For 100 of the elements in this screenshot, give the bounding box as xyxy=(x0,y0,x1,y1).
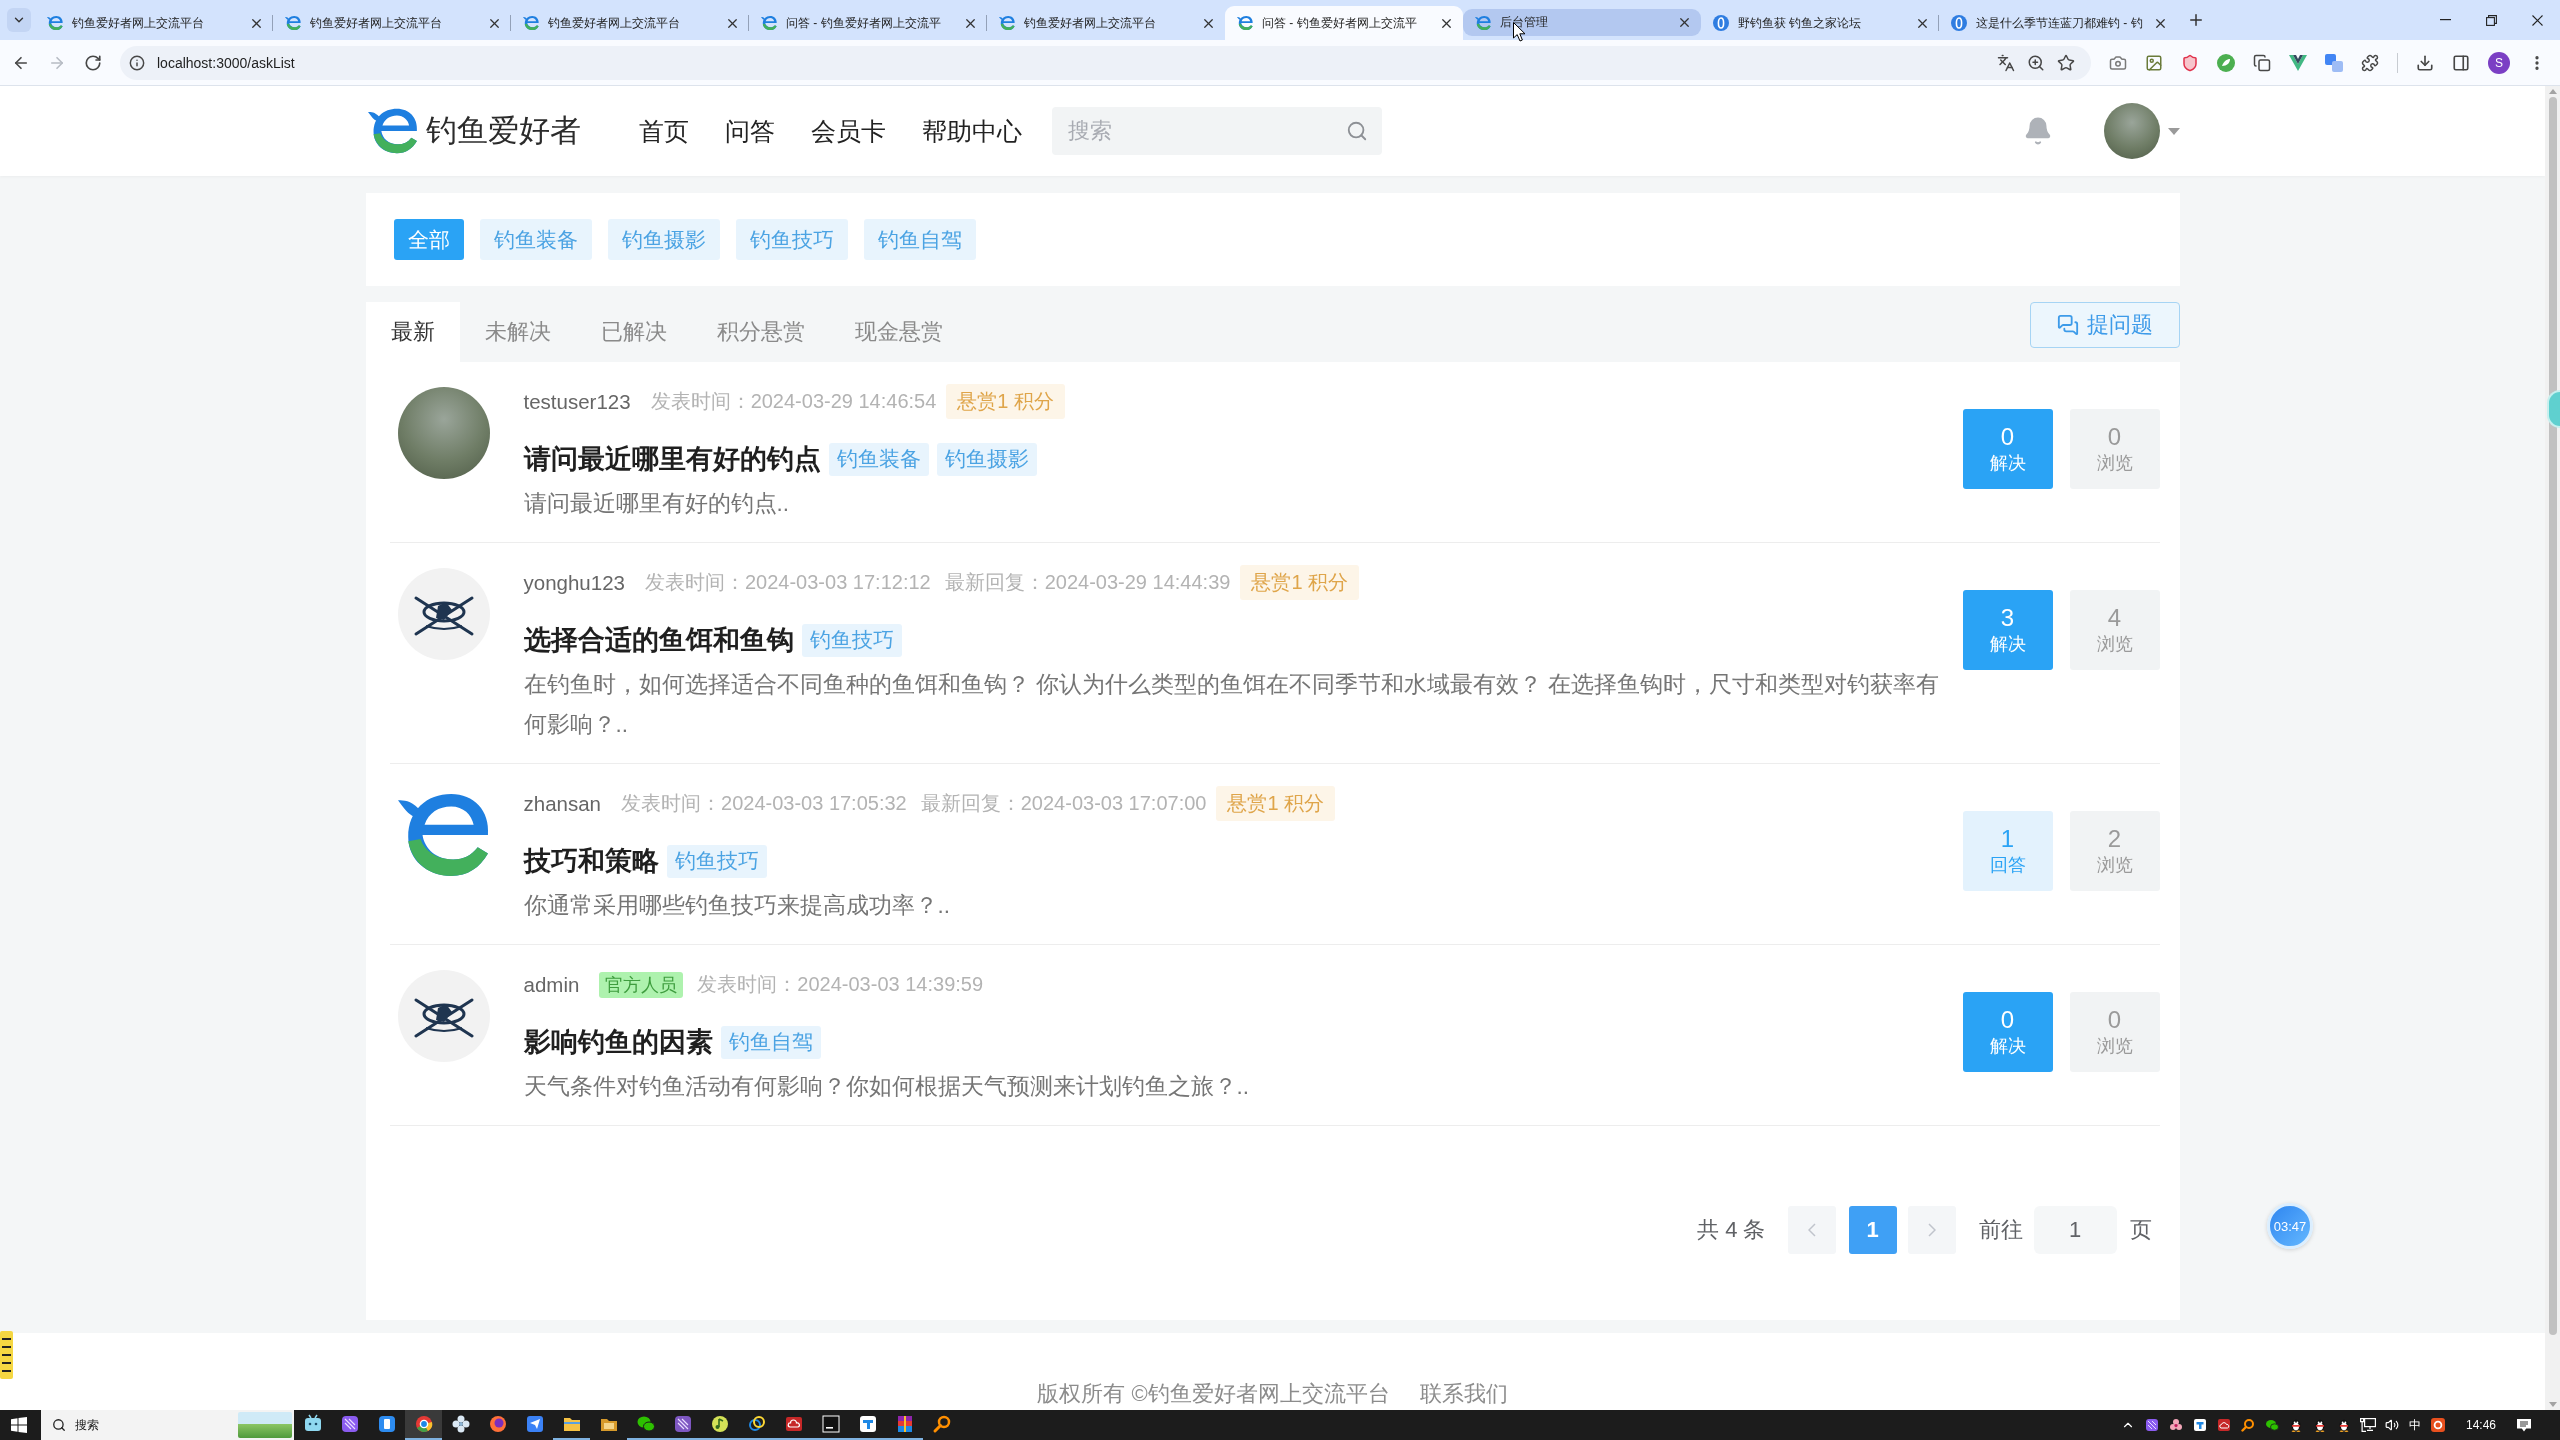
flower-icon[interactable] xyxy=(2168,1418,2183,1432)
browser-tab[interactable]: 钓鱼爱好者网上交流平台 xyxy=(511,6,749,40)
filter-tab[interactable]: 未解决 xyxy=(459,302,576,362)
filter-tab[interactable]: 最新 xyxy=(365,302,460,362)
page-input[interactable]: 1 xyxy=(2033,1206,2117,1254)
swirl-logo-icon xyxy=(999,15,1015,31)
chevron-left-icon xyxy=(1807,1223,1816,1237)
start-menu-icon[interactable] xyxy=(11,1417,27,1433)
restore-icon[interactable] xyxy=(2485,14,2497,26)
puzzle-icon[interactable] xyxy=(2361,53,2379,72)
question-title[interactable]: 影响钓鱼的因素 xyxy=(523,1024,713,1060)
download-icon[interactable] xyxy=(2416,53,2434,72)
side-panel-icon[interactable] xyxy=(2452,53,2470,72)
app-tile-icon[interactable] xyxy=(2144,1418,2159,1432)
app-tile-icon xyxy=(524,1414,545,1434)
reward-badge: 悬赏1 积分 xyxy=(1216,786,1336,821)
question-title[interactable]: 请问最近哪里有好的钓点 xyxy=(523,441,821,477)
chat-icon xyxy=(2056,314,2079,336)
swirl-logo-icon xyxy=(1475,14,1491,31)
reload-icon[interactable] xyxy=(84,53,102,72)
magnifier-icon[interactable] xyxy=(2240,1418,2255,1432)
clock-text[interactable]: 14:46 xyxy=(2465,1418,2496,1432)
volume-icon[interactable] xyxy=(2384,1418,2399,1432)
scrollbar-thumb[interactable] xyxy=(2548,97,2557,1335)
close-icon[interactable] xyxy=(2531,14,2543,26)
chat-bubbles-icon xyxy=(635,1414,656,1434)
caret-icon[interactable] xyxy=(2167,127,2180,135)
image-icon[interactable] xyxy=(2145,53,2163,72)
browser-tab[interactable]: 问答 - 钓鱼爱好者网上交流平 xyxy=(1225,6,1463,40)
question-excerpt: 请问最近哪里有好的钓点.. xyxy=(523,490,790,518)
app-tile-icon xyxy=(820,1414,841,1434)
translate-icon[interactable] xyxy=(1997,53,2015,72)
site-info-icon[interactable] xyxy=(129,54,145,71)
rings-icon xyxy=(746,1414,767,1434)
overlapping-squares-icon[interactable] xyxy=(2325,53,2343,72)
leaf-icon[interactable] xyxy=(2217,53,2235,72)
minimize-icon[interactable] xyxy=(2439,19,2451,21)
camera-icon[interactable] xyxy=(2109,53,2127,72)
timer-badge: 03:47 xyxy=(2267,1203,2313,1249)
cloud-tile-icon[interactable] xyxy=(2216,1418,2231,1432)
app-tile-icon[interactable] xyxy=(2430,1418,2445,1432)
role-badge: 官方人员 xyxy=(599,971,684,998)
input-method-indicator[interactable]: 中 xyxy=(2408,1416,2421,1434)
shield-icon[interactable] xyxy=(2181,53,2199,72)
penguin-icon[interactable] xyxy=(2336,1418,2351,1432)
tab-search-button[interactable] xyxy=(7,8,31,32)
contact-link[interactable]: 联系我们 xyxy=(1419,1381,1508,1410)
username[interactable]: testuser123 xyxy=(523,389,631,414)
search-icon xyxy=(52,1418,66,1432)
browser-tab[interactable]: 钓鱼爱好者网上交流平台 xyxy=(273,6,511,40)
browser-tab[interactable]: 野钓鱼获 钓鱼之家论坛 xyxy=(1701,6,1939,40)
penguin-icon[interactable] xyxy=(2288,1418,2303,1432)
taskbar-app-button[interactable] xyxy=(405,1410,442,1440)
browser-tab[interactable]: 这是什么季节连蓝刀都难钓 - 钓 xyxy=(1939,6,2177,40)
view-stat-tile: 4 浏览 xyxy=(2069,590,2160,670)
network-icon[interactable] xyxy=(2359,1418,2376,1432)
copy-icon[interactable] xyxy=(2253,53,2271,72)
bookmark-star-icon[interactable] xyxy=(2057,53,2075,72)
filter-tab[interactable]: 现金悬赏 xyxy=(829,302,968,362)
browser-tab[interactable]: 钓鱼爱好者网上交流平台 xyxy=(987,6,1225,40)
answer-stat-tile: 1 回答 xyxy=(1962,811,2053,891)
zoom-icon[interactable] xyxy=(2027,53,2045,72)
username[interactable]: yonghu123 xyxy=(523,570,625,595)
tv-icon xyxy=(302,1414,323,1434)
illustration-placeholder xyxy=(238,1412,292,1438)
last-reply-time: 最新回复：2024-03-03 17:07:00 xyxy=(920,791,1207,816)
notification-icon[interactable] xyxy=(2517,1418,2531,1432)
filter-tab[interactable]: 已解决 xyxy=(575,302,692,362)
nav-link[interactable]: 问答 xyxy=(724,114,775,148)
view-stat-tile: 0 浏览 xyxy=(2069,409,2160,489)
nav-link[interactable]: 帮助中心 xyxy=(921,114,1022,148)
v-shape-icon[interactable] xyxy=(2289,54,2307,71)
filter-tab[interactable]: 积分悬赏 xyxy=(691,302,830,362)
question-title[interactable]: 选择合适的鱼饵和鱼钩 xyxy=(523,622,794,658)
penguin-icon[interactable] xyxy=(2312,1418,2327,1432)
post-time: 发表时间：2024-03-03 14:39:59 xyxy=(697,972,984,997)
profile-avatar[interactable]: S xyxy=(2488,51,2510,74)
logo-text[interactable]: 钓鱼爱好者 xyxy=(425,110,581,152)
new-tab-icon[interactable] xyxy=(2187,11,2205,29)
copyright-text: 版权所有 ©钓鱼爱好者网上交流平台 xyxy=(1037,1381,1390,1408)
nav-link[interactable]: 首页 xyxy=(638,114,689,148)
swirl-logo-icon xyxy=(47,15,63,31)
close-icon[interactable] xyxy=(1677,15,1692,30)
nav-link[interactable]: 会员卡 xyxy=(810,114,886,148)
question-title[interactable]: 技巧和策略 xyxy=(523,843,659,879)
address-field[interactable]: localhost:3000/askList xyxy=(120,45,2091,80)
browser-tab[interactable]: 钓鱼爱好者网上交流平台 xyxy=(35,6,273,40)
answer-stat-tile: 0 解决 xyxy=(1962,992,2053,1072)
app-tile-icon[interactable] xyxy=(2192,1418,2207,1432)
browser-tab[interactable]: 问答 - 钓鱼爱好者网上交流平 xyxy=(749,6,987,40)
notepad-icon[interactable] xyxy=(0,1331,13,1379)
logo-icon[interactable] xyxy=(367,106,418,156)
search-icon[interactable] xyxy=(1345,120,1368,142)
chat-bubbles-icon[interactable] xyxy=(2264,1418,2279,1432)
username[interactable]: admin xyxy=(523,972,580,997)
flower-icon xyxy=(450,1414,471,1434)
swirl-logo-icon xyxy=(1237,15,1253,31)
username[interactable]: zhansan xyxy=(523,791,601,816)
search-field[interactable]: 搜索 xyxy=(1051,107,1382,155)
question-excerpt: 你通常采用哪些钓鱼技巧来提高成功率？.. xyxy=(523,892,951,920)
